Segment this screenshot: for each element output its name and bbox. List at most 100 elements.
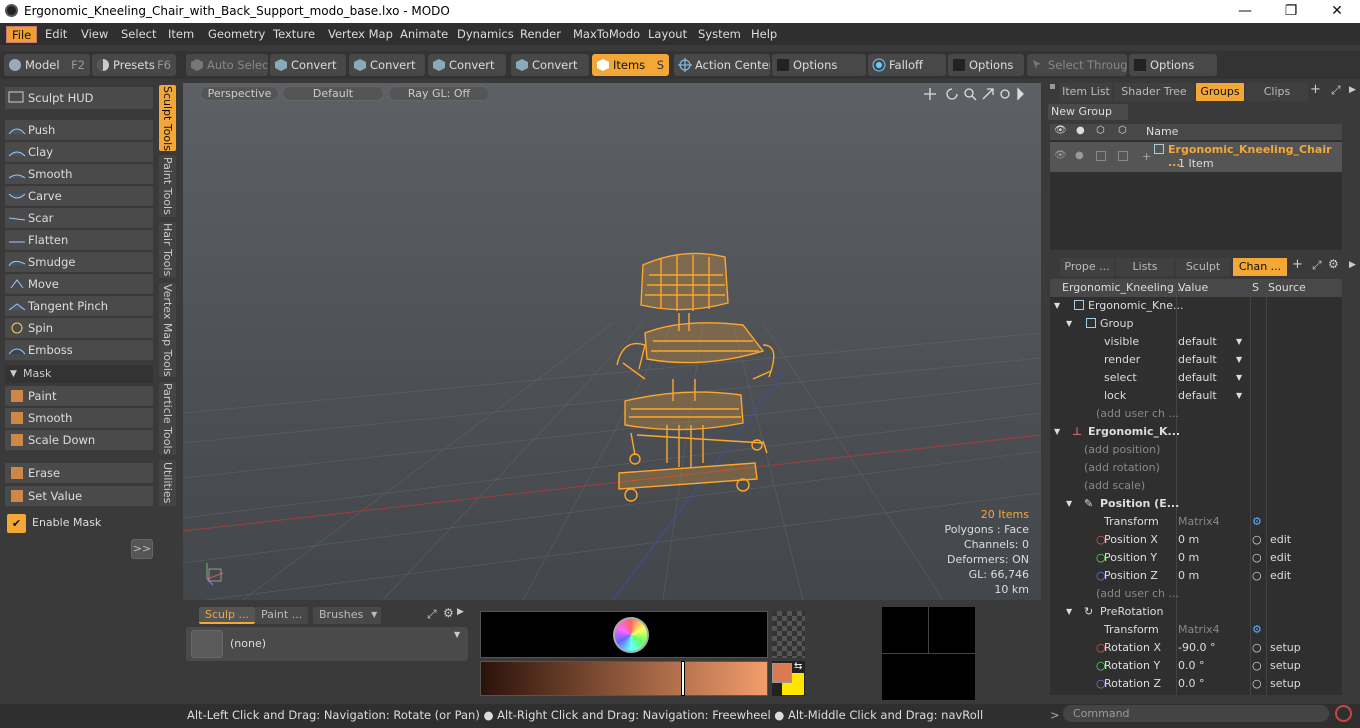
menu-layout[interactable]: Layout	[643, 26, 692, 43]
channel-row[interactable]: (add user ch ...	[1050, 405, 1342, 423]
falloff-options-button[interactable]: Options	[948, 54, 1024, 76]
tab-item-list[interactable]: Item List	[1060, 83, 1112, 101]
menu-maxtomodo[interactable]: MaxToModo	[568, 26, 645, 43]
convert-materials-button[interactable]: Convert	[511, 54, 589, 76]
dropdown-arrow-icon[interactable]: ▼	[1236, 333, 1242, 351]
menu-texture[interactable]: Texture	[268, 26, 320, 43]
menu-help[interactable]: Help	[746, 26, 782, 43]
channel-row[interactable]: ○ Rotation Y 0.0 ° ○ setup	[1050, 657, 1342, 675]
tab-utilities[interactable]: Utilities	[159, 460, 176, 506]
enable-mask-toggle[interactable]: ✔ Enable Mask	[5, 512, 153, 534]
collapse-icon[interactable]: ▼	[1054, 423, 1060, 441]
transform-gear-icon[interactable]: ⚙	[1252, 513, 1262, 531]
mask-erase[interactable]: Erase	[5, 463, 153, 483]
add-tab-icon[interactable]: +	[1292, 257, 1303, 272]
channel-row[interactable]: ○ Position Z0 m ○ edit	[1050, 567, 1342, 585]
tab-paint-presets[interactable]: Paint ...	[255, 607, 309, 624]
tab-channels[interactable]: Chan ...	[1233, 258, 1287, 276]
mask-paint[interactable]: Paint	[5, 386, 153, 406]
mask-scale-down[interactable]: Scale Down	[5, 430, 153, 450]
tab-groups[interactable]: Groups	[1196, 83, 1244, 101]
expand-plus-icon[interactable]: +	[1142, 150, 1151, 163]
minimize-button[interactable]: —	[1222, 0, 1268, 23]
transform-gear-icon[interactable]: ⚙	[1252, 621, 1262, 639]
foreground-color-swatch[interactable]	[772, 663, 792, 683]
group-row[interactable]: 👁 ● + Ergonomic_Kneeling_Chair ... 1 Ite…	[1050, 142, 1342, 172]
panel-menu-icon[interactable]: ▶	[457, 607, 464, 617]
mask-smooth[interactable]: Smooth	[5, 408, 153, 428]
channel-row[interactable]: ▼ ↻ PreRotation	[1050, 603, 1342, 621]
tab-properties[interactable]: Prope ...	[1060, 258, 1114, 276]
auto-select-button[interactable]: Auto Select	[186, 54, 268, 76]
dropdown-arrow-icon[interactable]: ▼	[1236, 369, 1242, 387]
new-group-button[interactable]: New Group	[1048, 104, 1128, 120]
tab-sculpt-tools[interactable]: Sculpt Tools	[159, 85, 176, 151]
color-wheel-area[interactable]	[480, 611, 768, 658]
tab-shader-tree[interactable]: Shader Tree	[1114, 83, 1194, 101]
presets-button[interactable]: Presets F6	[92, 54, 176, 76]
channel-row[interactable]: ○ Rotation Z 0.0 ° ○ setup	[1050, 675, 1342, 693]
menu-edit[interactable]: Edit	[40, 26, 72, 43]
record-macro-icon[interactable]	[1335, 705, 1352, 722]
color-wheel-icon[interactable]	[613, 617, 649, 653]
gradient-slider-handle[interactable]	[681, 661, 685, 696]
state-circle-icon[interactable]: ○	[1252, 639, 1262, 657]
tool-tangent-pinch[interactable]: Tangent Pinch	[5, 296, 153, 316]
tab-paint-tools[interactable]: Paint Tools	[159, 155, 176, 217]
select-through-options-button[interactable]: Options	[1129, 54, 1217, 76]
convert-vertices-button[interactable]: Convert	[270, 54, 346, 76]
swap-colors-icon[interactable]: ⇆	[794, 661, 802, 672]
group-select-checkbox[interactable]	[1118, 151, 1128, 161]
tool-move[interactable]: Move	[5, 274, 153, 294]
channel-row[interactable]: Transform Matrix4 ⚙	[1050, 621, 1342, 639]
tab-particle-tools[interactable]: Particle Tools	[159, 382, 176, 455]
sculpt-hud-button[interactable]: Sculpt HUD	[5, 87, 153, 109]
convert-edges-button[interactable]: Convert	[349, 54, 425, 76]
tool-spin[interactable]: Spin	[5, 318, 153, 338]
menu-system[interactable]: System	[693, 26, 746, 43]
menu-geometry[interactable]: Geometry	[203, 26, 270, 43]
falloff-button[interactable]: Falloff	[868, 54, 946, 76]
channel-row[interactable]: render default ▼	[1050, 351, 1342, 369]
menu-arrow-icon[interactable]: ▶	[1349, 85, 1356, 95]
tool-emboss[interactable]: Emboss	[5, 340, 153, 360]
channel-row[interactable]: (add scale)	[1050, 477, 1342, 495]
dropdown-arrow-icon[interactable]: ▼	[1236, 351, 1242, 369]
menu-item[interactable]: Item	[163, 26, 199, 43]
close-button[interactable]: ✕	[1314, 0, 1360, 23]
channel-row[interactable]: ○ Rotation X -90.0 ° ○ setup	[1050, 639, 1342, 657]
tab-clips[interactable]: Clips	[1246, 83, 1308, 101]
channel-row[interactable]: lock default ▼	[1050, 387, 1342, 405]
channel-row[interactable]: ○ Position Y0 m ○ edit	[1050, 549, 1342, 567]
channel-row[interactable]: ▼ Group	[1050, 315, 1342, 333]
channel-row[interactable]: (add rotation)	[1050, 459, 1342, 477]
mask-set-value[interactable]: Set Value	[5, 486, 153, 506]
menu-vertex-map[interactable]: Vertex Map	[323, 26, 398, 43]
tool-carve[interactable]: Carve	[5, 186, 153, 206]
channel-row[interactable]: ▼ ⊥ Ergonomic_K...	[1050, 423, 1342, 441]
tool-push[interactable]: Push	[5, 120, 153, 140]
dropdown-arrow-icon[interactable]: ▼	[1236, 387, 1242, 405]
tool-smudge[interactable]: Smudge	[5, 252, 153, 272]
tab-hair-tools[interactable]: Hair Tools	[159, 222, 176, 278]
channel-row[interactable]: ▼ ✎ Position (E...	[1050, 495, 1342, 513]
color-gradient-slider[interactable]	[480, 661, 768, 696]
menu-view[interactable]: View	[76, 26, 113, 43]
expand-icon[interactable]: ⤢	[1331, 83, 1341, 98]
expand-icon[interactable]: ⤢	[1312, 258, 1322, 273]
menu-file[interactable]: File	[6, 26, 38, 43]
channel-row[interactable]: (add position)	[1050, 441, 1342, 459]
menu-animate[interactable]: Animate	[395, 26, 453, 43]
action-center-button[interactable]: Action Center	[674, 54, 770, 76]
channel-row[interactable]: (add user ch ...	[1050, 585, 1342, 603]
collapse-icon[interactable]: ▼	[1066, 315, 1072, 333]
channel-row[interactable]: visible default ▼	[1050, 333, 1342, 351]
fg-bg-swatches[interactable]: ⇆	[772, 661, 805, 696]
menu-render[interactable]: Render	[515, 26, 566, 43]
menu-dynamics[interactable]: Dynamics	[452, 26, 519, 43]
action-center-options-button[interactable]: Options	[772, 54, 866, 76]
tool-scar[interactable]: Scar	[5, 208, 153, 228]
tool-clay[interactable]: Clay	[5, 142, 153, 162]
items-mode-button[interactable]: Items S	[592, 54, 669, 76]
tab-lists[interactable]: Lists	[1116, 258, 1174, 276]
